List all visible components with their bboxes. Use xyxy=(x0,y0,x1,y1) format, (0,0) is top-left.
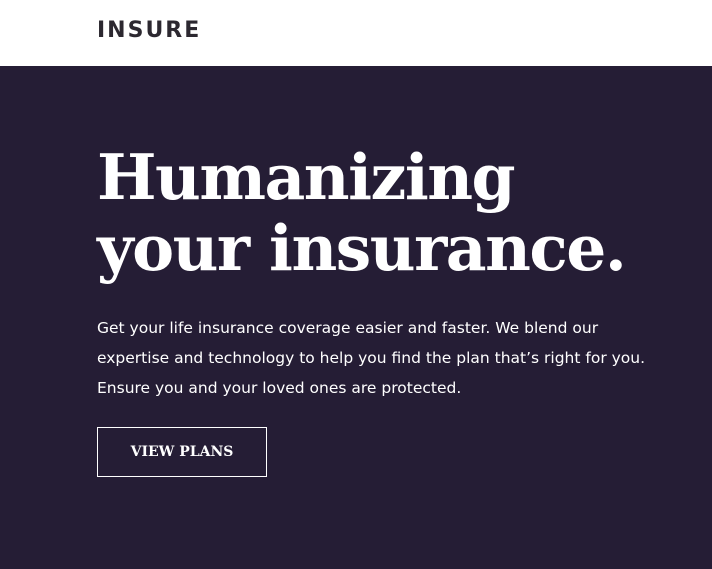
view-plans-button[interactable]: VIEW PLANS xyxy=(97,427,267,477)
hero-headline: Humanizing your insurance. xyxy=(97,142,697,284)
site-header: INSURE xyxy=(0,0,712,66)
hero-headline-line2: your insurance. xyxy=(97,211,627,285)
hero-headline-line1: Humanizing xyxy=(97,140,516,214)
logo[interactable]: INSURE xyxy=(97,17,201,45)
hero-description: Get your life insurance coverage easier … xyxy=(97,319,646,397)
